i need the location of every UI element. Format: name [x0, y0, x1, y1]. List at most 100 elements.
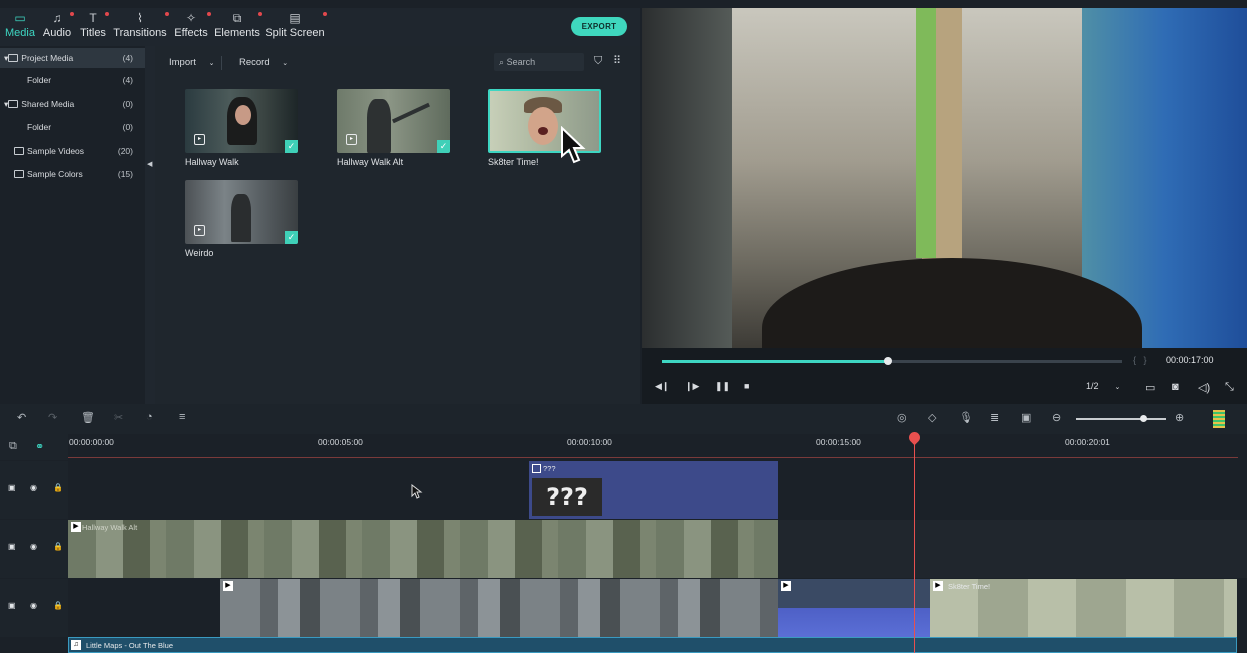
preview-progress-handle[interactable] — [884, 357, 892, 365]
snapshot-icon[interactable]: ◙ — [1172, 381, 1179, 393]
tab-split-screen[interactable]: ▤ Split Screen — [265, 8, 327, 46]
media-thumb-hallway-walk-alt[interactable]: ▸ ✓ — [337, 89, 450, 153]
preview-viewer[interactable] — [642, 8, 1247, 348]
zoom-slider-track[interactable] — [1076, 418, 1166, 420]
search-input[interactable]: ⌕ Search — [494, 53, 584, 71]
voiceover-icon[interactable]: ≣ — [990, 411, 999, 424]
grid-view-icon[interactable]: ⠿ — [613, 54, 621, 67]
tab-audio[interactable]: ♫ Audio — [40, 8, 74, 46]
hallway-walk-alt-clip[interactable]: Hallway Walk Alt ▶ — [68, 520, 778, 578]
link-icon[interactable]: ⚭ — [35, 440, 44, 453]
tree-item-label: Folder — [27, 75, 52, 85]
eye-icon[interactable]: ◉ — [30, 483, 37, 492]
audio-meter-icon[interactable] — [1213, 410, 1225, 428]
speed-icon[interactable]: ◔ — [146, 411, 153, 423]
preview-progress-fill — [662, 360, 888, 363]
title-clip[interactable]: ??? ??? — [529, 461, 778, 519]
microphone-icon[interactable]: 🎙 — [959, 411, 973, 424]
tree-item-count: (0) — [122, 99, 133, 109]
tab-effects-label: Effects — [174, 27, 208, 39]
eye-icon[interactable]: ◉ — [30, 542, 37, 551]
media-thumb-weirdo[interactable]: ▸ ✓ — [185, 180, 298, 244]
tab-transitions[interactable]: ⌇ Transitions — [113, 8, 169, 46]
fullscreen-icon[interactable]: ⤡ — [1225, 381, 1234, 394]
quality-value: 1/2 — [1086, 381, 1099, 391]
track-header-1: ▣ ◉ 🔒 — [0, 579, 68, 637]
playhead-line[interactable] — [914, 432, 915, 653]
tree-item-project-media[interactable]: ▾ Project Media (4) — [0, 48, 145, 68]
tab-titles[interactable]: T Titles — [78, 8, 109, 46]
thumb-arm — [392, 102, 430, 124]
media-thumb-hallway-walk[interactable]: ▸ ✓ — [185, 89, 298, 153]
previous-frame-icon[interactable]: ◀❙ — [655, 381, 669, 392]
pause-icon[interactable]: ❚❚ — [715, 381, 730, 392]
thumb-face — [528, 107, 558, 145]
tree-item-count: (15) — [117, 169, 133, 179]
tab-effects[interactable]: ✧ Effects — [172, 8, 211, 46]
video-clip-icon: ▶ — [223, 581, 233, 591]
track-type-icon: ▣ — [8, 483, 16, 492]
transitions-icon: ⌇ — [137, 11, 143, 25]
track-type-icon: ▣ — [8, 542, 16, 551]
audio-clip[interactable]: ♫ Little Maps - Out The Blue — [68, 637, 1237, 653]
zoom-slider-handle[interactable] — [1140, 415, 1147, 422]
chevron-down-icon: ⌄ — [282, 60, 289, 67]
eye-icon[interactable]: ◉ — [30, 601, 37, 610]
mark-in-out-icon[interactable]: { } — [1133, 355, 1147, 365]
music-note-icon: ♫ — [71, 640, 81, 650]
hallway-walk-clip[interactable]: ▶ — [778, 579, 930, 637]
checkmark-icon: ✓ — [437, 140, 450, 153]
video-type-icon: ▸ — [194, 225, 205, 236]
export-button[interactable]: EXPORT — [571, 17, 627, 36]
filter-icon[interactable]: ⛉ — [594, 55, 602, 68]
new-badge-dot — [207, 12, 211, 16]
record-dropdown[interactable]: Record ⌄ — [239, 54, 288, 72]
undo-icon[interactable]: ↶ — [17, 411, 26, 424]
tree-item-folder[interactable]: Folder (0) — [0, 117, 145, 137]
tab-media[interactable]: ▭ Media — [4, 8, 36, 46]
chevron-down-icon: ⌄ — [208, 60, 215, 67]
media-item-label: Hallway Walk Alt — [337, 157, 404, 167]
stop-icon[interactable]: ■ — [744, 381, 749, 391]
collapse-panel-icon[interactable]: ◀ — [147, 160, 152, 168]
title-clip-icon — [532, 464, 541, 473]
tree-item-label: Sample Colors — [27, 169, 83, 179]
video-type-icon: ▸ — [194, 134, 205, 145]
cut-icon[interactable]: ✂ — [114, 411, 123, 424]
display-icon[interactable]: ▭ — [1145, 381, 1155, 394]
new-badge-dot — [105, 12, 109, 16]
zoom-in-icon[interactable]: ⊕ — [1175, 411, 1184, 424]
new-badge-dot — [165, 12, 169, 16]
library-splitter[interactable] — [145, 46, 155, 404]
import-dropdown[interactable]: Import ⌄ — [169, 54, 214, 72]
delete-icon[interactable]: 🗑 — [81, 411, 95, 424]
tree-item-count: (4) — [122, 75, 133, 85]
play-frame-icon[interactable]: ❙▶ — [685, 381, 699, 392]
render-icon[interactable]: ◎ — [897, 411, 907, 424]
lock-icon[interactable]: 🔒 — [53, 483, 63, 492]
tree-item-shared-media[interactable]: ▾ Shared Media (0) — [0, 94, 145, 114]
tab-audio-label: Audio — [42, 27, 72, 39]
tab-elements[interactable]: ⧉ Elements — [214, 8, 262, 46]
quality-select[interactable]: 1/2 ⌄ — [1086, 381, 1120, 391]
zoom-out-icon[interactable]: ⊖ — [1052, 411, 1061, 424]
sk8ter-time-clip[interactable]: ▶ Sk8ter Time! — [930, 579, 1237, 637]
search-placeholder: Search — [506, 57, 536, 67]
volume-icon[interactable]: ◁) — [1198, 381, 1210, 394]
redo-icon[interactable]: ↷ — [48, 411, 57, 424]
video-clip-icon: ▶ — [933, 581, 943, 591]
marker-icon[interactable]: ◇ — [928, 411, 936, 424]
import-label: Import — [169, 57, 196, 68]
caption-icon[interactable]: ▣ — [1021, 411, 1031, 424]
tree-item-sample-videos[interactable]: Sample Videos (20) — [0, 141, 145, 161]
weirdo-clip[interactable]: ▶ — [220, 579, 778, 637]
media-item-label: Hallway Walk — [185, 157, 239, 167]
tree-item-folder[interactable]: Folder (4) — [0, 70, 145, 90]
preview-controls — [642, 348, 1247, 404]
lock-icon[interactable]: 🔒 — [53, 542, 63, 551]
tree-item-sample-colors[interactable]: Sample Colors (15) — [0, 164, 145, 184]
adjust-icon[interactable]: ≡ — [179, 411, 185, 423]
lock-icon[interactable]: 🔒 — [53, 601, 63, 610]
add-track-icon[interactable]: ⧉ — [9, 440, 17, 453]
thumb-figure — [367, 99, 391, 153]
